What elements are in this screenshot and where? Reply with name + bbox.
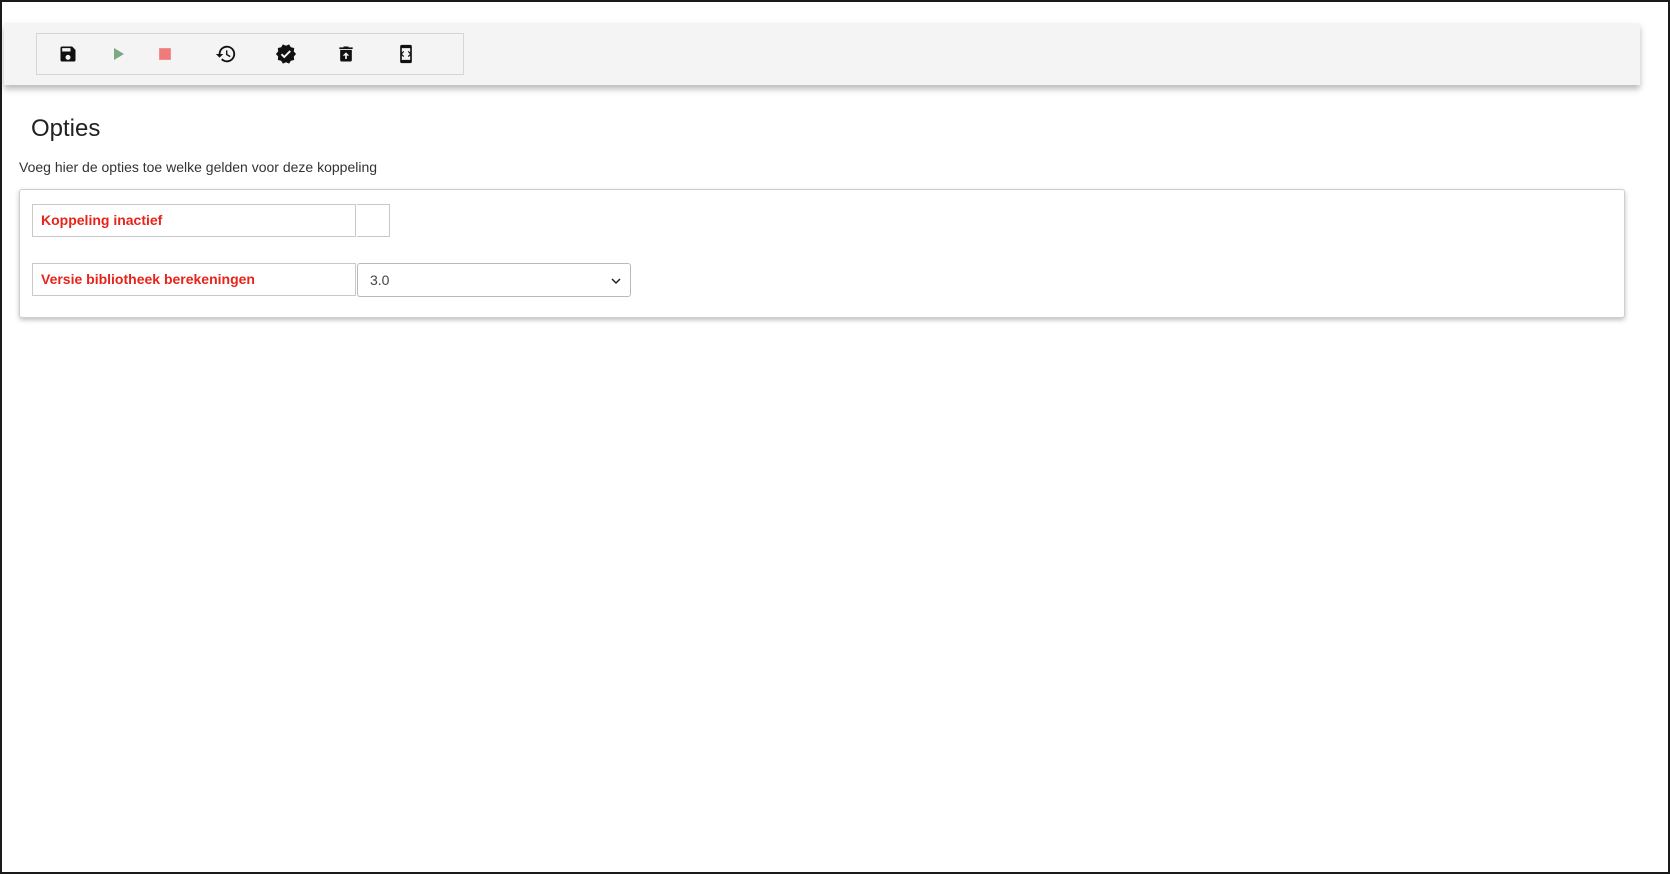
- verified-badge-icon: [275, 44, 297, 64]
- inactive-label: Koppeling inactief: [32, 204, 356, 237]
- toolbar: [36, 33, 464, 75]
- start-button[interactable]: [102, 38, 134, 70]
- stop-button[interactable]: [149, 38, 181, 70]
- code-button[interactable]: [390, 38, 422, 70]
- stop-icon: [159, 48, 171, 60]
- validate-button[interactable]: [270, 38, 302, 70]
- save-button[interactable]: [52, 38, 84, 70]
- inactive-checkbox[interactable]: [357, 204, 390, 237]
- version-label: Versie bibliotheek berekeningen: [32, 263, 356, 296]
- app-frame: Opties Voeg hier de opties toe welke gel…: [0, 0, 1670, 874]
- history-button[interactable]: [210, 38, 242, 70]
- version-select-value: 3.0: [370, 272, 390, 288]
- floppy-disk-icon: [60, 46, 76, 62]
- history-icon: [215, 45, 236, 63]
- version-select[interactable]: 3.0: [357, 263, 631, 297]
- phone-code-icon: [400, 44, 412, 64]
- page-description: Voeg hier de opties toe welke gelden voo…: [19, 159, 378, 175]
- chevron-down-icon: [611, 278, 621, 285]
- options-card: Koppeling inactief Versie bibliotheek be…: [19, 189, 1625, 318]
- trash-upload-icon: [339, 46, 353, 62]
- toolbar-bar: [4, 23, 1640, 85]
- delete-button[interactable]: [330, 38, 362, 70]
- play-icon: [114, 48, 124, 60]
- page-title: Opties: [31, 115, 101, 142]
